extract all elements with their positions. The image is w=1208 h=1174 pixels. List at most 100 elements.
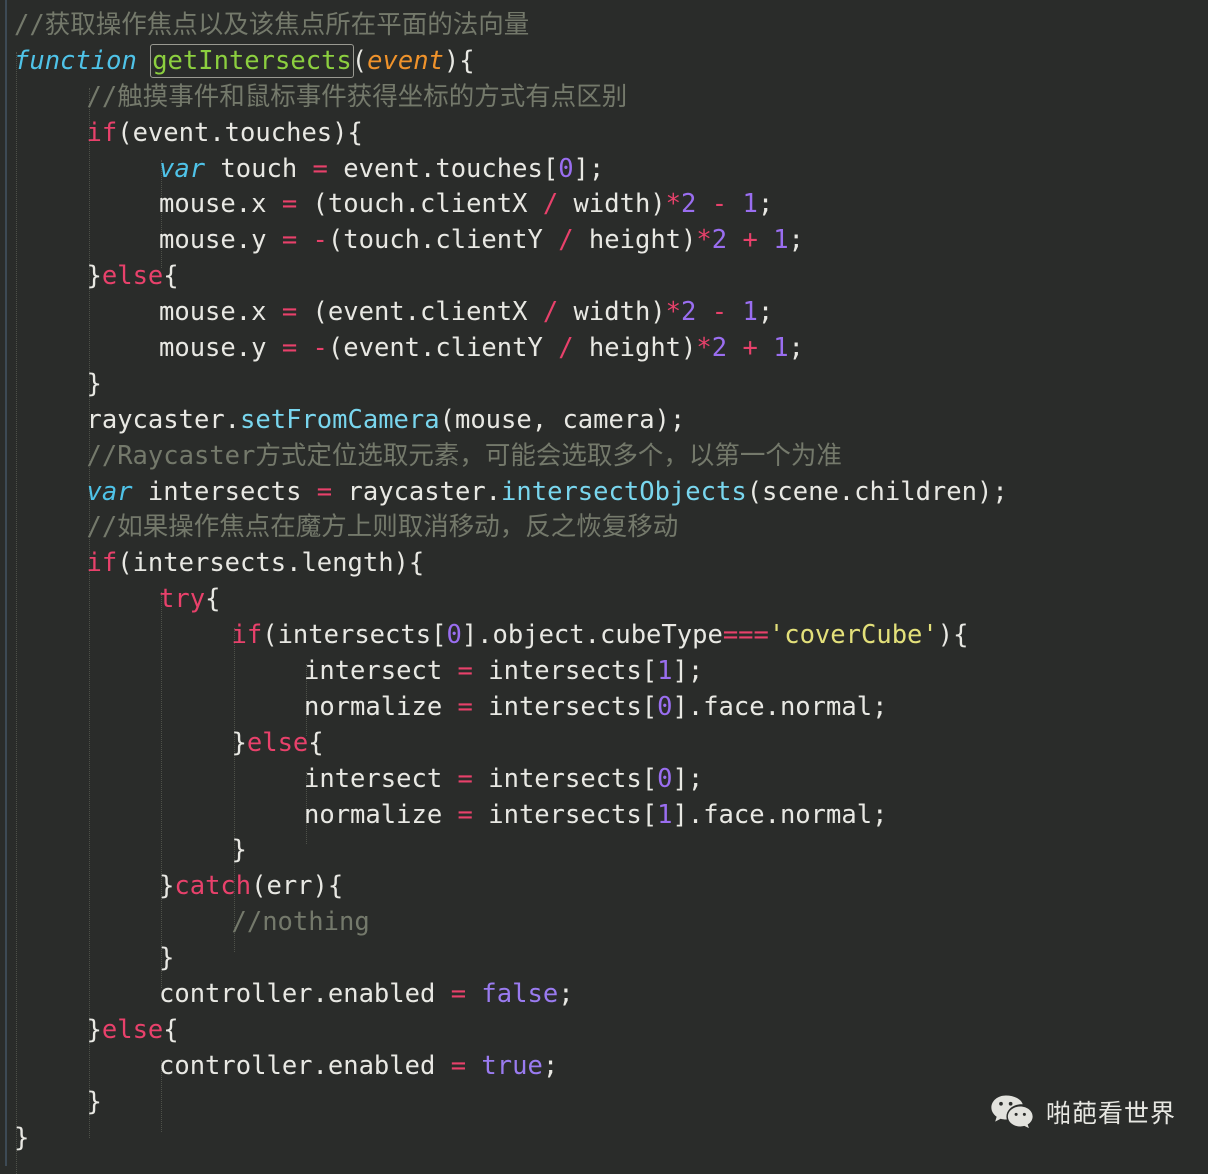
token-plain: mouse.y (159, 225, 282, 256)
token-plain: } (86, 368, 102, 399)
token-plain: ].face.normal; (672, 691, 888, 722)
token-op: = (450, 1050, 467, 1081)
token-kw: try (159, 584, 206, 615)
code-line[interactable]: //nothing (0, 905, 1208, 941)
code-editor[interactable]: //获取操作焦点以及该焦点所在平面的法向量 function getInterse… (0, 0, 1208, 1174)
token-op: + (742, 333, 758, 364)
wechat-icon (990, 1094, 1034, 1130)
token-plain: intersect (304, 763, 458, 794)
token-plain: ; (757, 189, 774, 220)
token-op: * (696, 225, 712, 256)
token-op: + (742, 225, 758, 256)
token-bool: false (481, 979, 559, 1010)
code-line[interactable]: var intersects = raycaster.intersectObje… (0, 475, 1208, 511)
token-plain: ; (542, 1050, 559, 1081)
token-plain: } (231, 835, 247, 866)
token-num: 2 (711, 333, 728, 364)
code-line[interactable]: try{ (0, 582, 1208, 618)
token-plain: width) (558, 297, 666, 328)
code-line[interactable]: } (0, 941, 1208, 977)
token-plain: ( (351, 45, 368, 76)
token-plain: touch (205, 153, 313, 184)
code-line[interactable]: if(event.touches){ (0, 116, 1208, 152)
token-plain: height) (573, 333, 697, 364)
code-line[interactable]: intersect = intersects[0]; (0, 762, 1208, 798)
code-line[interactable]: //获取操作焦点以及该焦点所在平面的法向量 (0, 8, 1208, 44)
token-op: - (711, 297, 728, 328)
code-line[interactable]: mouse.y = -(touch.clientY / height)*2 + … (0, 223, 1208, 259)
token-plain: ].object.cubeType (461, 620, 723, 651)
code-line[interactable]: mouse.x = (event.clientX / width)*2 - 1; (0, 295, 1208, 331)
token-cmt: //Raycaster方式定位选取元素，可能会选取多个，以第一个为准 (86, 440, 842, 471)
token-num: 1 (657, 656, 673, 687)
token-plain: } (86, 1014, 102, 1045)
code-line[interactable]: function getIntersects(event){ (0, 43, 1208, 80)
token-plain: } (159, 871, 175, 902)
code-line[interactable]: }else{ (0, 1013, 1208, 1049)
code-line[interactable]: normalize = intersects[0].face.normal; (0, 690, 1208, 726)
token-num: 2 (681, 297, 697, 328)
code-line[interactable]: } (0, 367, 1208, 403)
token-op: = (281, 189, 298, 220)
token-plain: controller.enabled (159, 979, 451, 1010)
token-plain: (mouse, camera); (439, 404, 686, 435)
token-plain: { (205, 584, 221, 615)
token-plain: } (159, 943, 175, 974)
token-num: 2 (711, 225, 728, 256)
token-plain: ]; (573, 153, 605, 184)
token-kw: catch (174, 871, 252, 902)
token-op: - (711, 189, 728, 220)
token-bool: true (481, 1050, 543, 1081)
code-line[interactable]: mouse.y = -(event.clientY / height)*2 + … (0, 331, 1208, 367)
token-plain: mouse.y (159, 333, 282, 364)
token-plain: { (163, 261, 179, 292)
code-line[interactable]: normalize = intersects[1].face.normal; (0, 798, 1208, 834)
code-line[interactable]: controller.enabled = false; (0, 977, 1208, 1013)
highlighted-symbol: getIntersects (150, 43, 354, 78)
token-plain: raycaster. (86, 404, 241, 435)
code-line[interactable]: } (0, 833, 1208, 869)
token-plain: ; (788, 333, 804, 364)
token-op: - (312, 333, 328, 364)
token-num: 0 (446, 620, 462, 651)
code-line[interactable]: raycaster.setFromCamera(mouse, camera); (0, 403, 1208, 439)
token-plain: (event.touches){ (117, 117, 363, 148)
token-plain: } (14, 1122, 30, 1153)
code-line[interactable]: //如果操作焦点在魔方上则取消移动，反之恢复移动 (0, 510, 1208, 546)
token-num: 1 (742, 189, 758, 220)
code-content[interactable]: //获取操作焦点以及该焦点所在平面的法向量 function getInterse… (0, 8, 1208, 1174)
token-plain: (intersects[ (262, 620, 447, 651)
code-line[interactable]: }else{ (0, 259, 1208, 295)
code-line[interactable]: //触摸事件和鼠标事件获得坐标的方式有点区别 (0, 80, 1208, 116)
token-plain: ){ (443, 45, 475, 76)
token-plain: mouse.x (159, 189, 282, 220)
token-param: event (367, 45, 444, 76)
token-meth: setFromCamera (240, 404, 440, 435)
token-plain: } (86, 261, 102, 292)
token-plain: intersects[ (472, 656, 658, 687)
code-line[interactable]: }else{ (0, 726, 1208, 762)
code-line[interactable]: var touch = event.touches[0]; (0, 152, 1208, 188)
token-plain: } (231, 727, 247, 758)
code-line[interactable]: if(intersects[0].object.cubeType==='cove… (0, 618, 1208, 654)
token-op: = (457, 763, 473, 794)
code-line[interactable]: }catch(err){ (0, 869, 1208, 905)
code-line[interactable]: if(intersects.length){ (0, 546, 1208, 582)
code-line[interactable]: //Raycaster方式定位选取元素，可能会选取多个，以第一个为准 (0, 439, 1208, 475)
token-plain: (event.clientY (327, 333, 559, 364)
code-line[interactable]: intersect = intersects[1]; (0, 654, 1208, 690)
token-cmt: //获取操作焦点以及该焦点所在平面的法向量 (14, 10, 530, 40)
watermark-text: 啪葩看世界 (1045, 1099, 1176, 1128)
code-line[interactable]: controller.enabled = true; (0, 1049, 1208, 1085)
token-num: 0 (657, 691, 673, 722)
code-line[interactable]: mouse.x = (touch.clientX / width)*2 - 1; (0, 187, 1208, 223)
